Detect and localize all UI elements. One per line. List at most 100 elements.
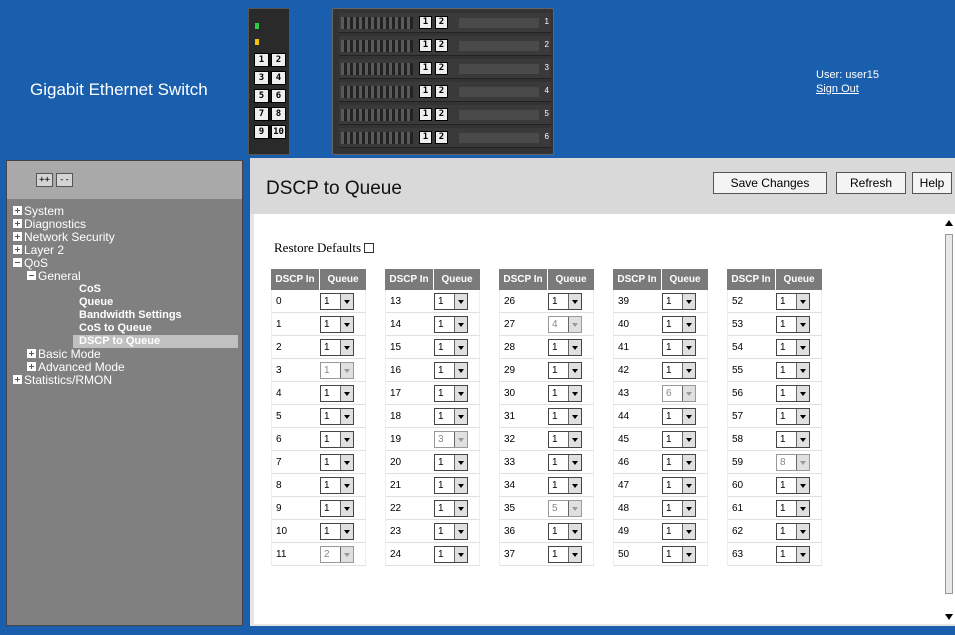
queue-select[interactable]: 1 [662, 499, 697, 517]
expand-icon[interactable] [13, 375, 22, 384]
queue-select[interactable]: 1 [320, 361, 355, 379]
help-button[interactable]: Help [912, 172, 952, 194]
chevron-down-icon[interactable] [796, 293, 810, 309]
queue-select[interactable]: 3 [434, 430, 469, 448]
chevron-down-icon[interactable] [454, 500, 468, 516]
chevron-down-icon[interactable] [796, 546, 810, 562]
queue-select[interactable]: 1 [662, 545, 697, 563]
queue-select[interactable]: 1 [548, 545, 583, 563]
tree-leaf-cos[interactable]: CoS [7, 283, 242, 296]
queue-select[interactable]: 1 [434, 292, 469, 310]
queue-select[interactable]: 1 [776, 292, 811, 310]
queue-select[interactable]: 1 [434, 545, 469, 563]
queue-select[interactable]: 1 [662, 476, 697, 494]
chevron-down-icon[interactable] [568, 500, 582, 516]
queue-select[interactable]: 1 [662, 453, 697, 471]
queue-select[interactable]: 1 [548, 476, 583, 494]
chevron-down-icon[interactable] [568, 431, 582, 447]
queue-select[interactable]: 1 [320, 499, 355, 517]
chevron-down-icon[interactable] [568, 523, 582, 539]
chevron-down-icon[interactable] [682, 431, 696, 447]
chevron-down-icon[interactable] [454, 408, 468, 424]
expand-icon[interactable] [27, 362, 36, 371]
queue-select[interactable]: 1 [776, 545, 811, 563]
queue-select[interactable]: 1 [662, 407, 697, 425]
chevron-down-icon[interactable] [568, 408, 582, 424]
chevron-down-icon[interactable] [568, 293, 582, 309]
chevron-down-icon[interactable] [682, 316, 696, 332]
chevron-down-icon[interactable] [340, 431, 354, 447]
queue-select[interactable]: 1 [320, 384, 355, 402]
tree-leaf-queue[interactable]: Queue [7, 296, 242, 309]
queue-select[interactable]: 1 [662, 361, 697, 379]
queue-select[interactable]: 1 [434, 361, 469, 379]
chevron-down-icon[interactable] [568, 454, 582, 470]
chevron-down-icon[interactable] [568, 316, 582, 332]
queue-select[interactable]: 1 [548, 522, 583, 540]
queue-select[interactable]: 1 [662, 315, 697, 333]
queue-select[interactable]: 1 [320, 292, 355, 310]
queue-select[interactable]: 1 [434, 407, 469, 425]
queue-select[interactable]: 1 [662, 430, 697, 448]
queue-select[interactable]: 5 [548, 499, 583, 517]
queue-select[interactable]: 1 [776, 315, 811, 333]
chevron-down-icon[interactable] [454, 385, 468, 401]
queue-select[interactable]: 2 [320, 545, 355, 563]
queue-select[interactable]: 1 [320, 430, 355, 448]
queue-select[interactable]: 1 [434, 338, 469, 356]
chevron-down-icon[interactable] [568, 339, 582, 355]
queue-select[interactable]: 1 [548, 292, 583, 310]
queue-select[interactable]: 1 [548, 430, 583, 448]
queue-select[interactable]: 1 [662, 338, 697, 356]
queue-select[interactable]: 1 [776, 361, 811, 379]
expand-icon[interactable] [13, 219, 22, 228]
queue-select[interactable]: 6 [662, 384, 697, 402]
chevron-down-icon[interactable] [796, 523, 810, 539]
queue-select[interactable]: 1 [434, 384, 469, 402]
queue-select[interactable]: 1 [776, 384, 811, 402]
chevron-down-icon[interactable] [796, 500, 810, 516]
chevron-down-icon[interactable] [568, 362, 582, 378]
queue-select[interactable]: 1 [548, 361, 583, 379]
queue-select[interactable]: 1 [662, 522, 697, 540]
chevron-down-icon[interactable] [340, 293, 354, 309]
queue-select[interactable]: 1 [776, 407, 811, 425]
queue-select[interactable]: 1 [320, 407, 355, 425]
chevron-down-icon[interactable] [340, 385, 354, 401]
chevron-down-icon[interactable] [340, 362, 354, 378]
chevron-down-icon[interactable] [682, 546, 696, 562]
collapse-icon[interactable] [13, 258, 22, 267]
chevron-down-icon[interactable] [340, 500, 354, 516]
expand-icon[interactable] [13, 232, 22, 241]
chevron-down-icon[interactable] [796, 477, 810, 493]
queue-select[interactable]: 1 [776, 476, 811, 494]
chevron-down-icon[interactable] [454, 454, 468, 470]
chevron-down-icon[interactable] [682, 293, 696, 309]
queue-select[interactable]: 1 [434, 315, 469, 333]
chevron-down-icon[interactable] [568, 477, 582, 493]
queue-select[interactable]: 4 [548, 315, 583, 333]
expand-icon[interactable] [27, 349, 36, 358]
tree-node-statistics-rmon[interactable]: Statistics/RMON [7, 374, 242, 387]
queue-select[interactable]: 1 [434, 499, 469, 517]
queue-select[interactable]: 1 [320, 476, 355, 494]
chevron-down-icon[interactable] [340, 339, 354, 355]
collapse-all-button[interactable]: -- [56, 173, 73, 187]
queue-select[interactable]: 1 [548, 338, 583, 356]
queue-select[interactable]: 1 [776, 430, 811, 448]
queue-select[interactable]: 1 [434, 476, 469, 494]
chevron-down-icon[interactable] [682, 477, 696, 493]
chevron-down-icon[interactable] [796, 408, 810, 424]
expand-icon[interactable] [13, 206, 22, 215]
queue-select[interactable]: 1 [320, 338, 355, 356]
chevron-down-icon[interactable] [568, 385, 582, 401]
queue-select[interactable]: 1 [548, 384, 583, 402]
expand-icon[interactable] [13, 245, 22, 254]
chevron-down-icon[interactable] [454, 523, 468, 539]
tree-node-general[interactable]: General [7, 270, 242, 283]
restore-defaults-checkbox[interactable] [364, 243, 375, 253]
chevron-down-icon[interactable] [454, 362, 468, 378]
queue-select[interactable]: 1 [548, 407, 583, 425]
chevron-down-icon[interactable] [454, 546, 468, 562]
chevron-down-icon[interactable] [568, 546, 582, 562]
